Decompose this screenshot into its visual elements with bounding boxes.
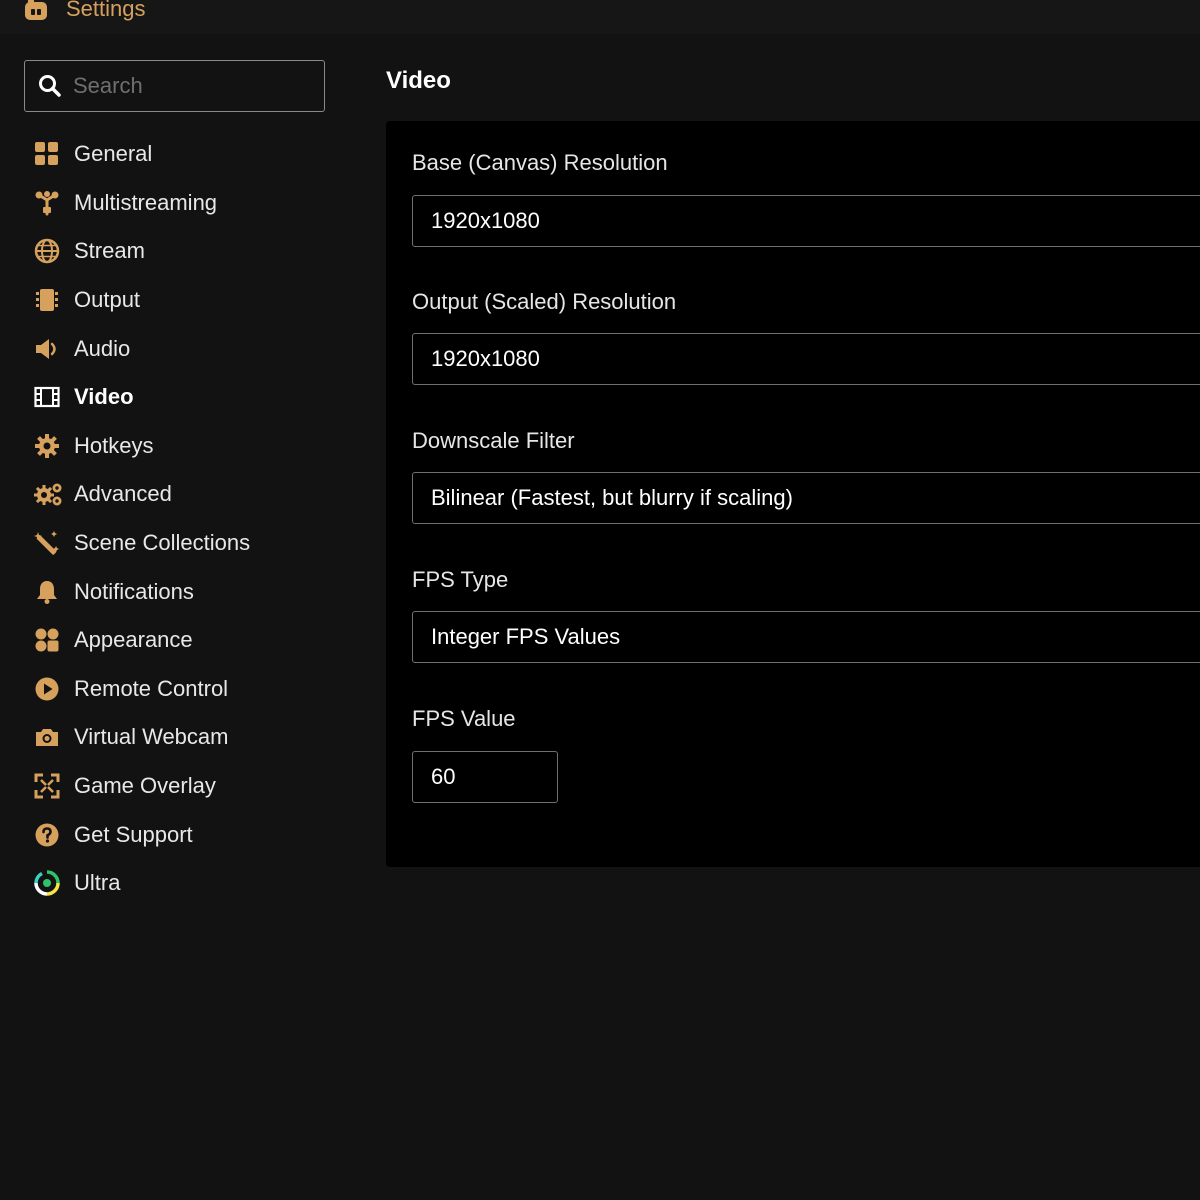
video-settings-panel: Base (Canvas) Resolution 1920x1080 Outpu… — [386, 121, 1200, 867]
title-bar: Settings — [0, 0, 1200, 34]
ultra-icon — [34, 870, 60, 896]
output-resolution-label: Output (Scaled) Resolution — [412, 289, 677, 314]
sidebar-item-label: Output — [74, 287, 141, 313]
sidebar-item-remote-control[interactable]: Remote Control — [0, 665, 345, 714]
question-icon — [35, 823, 59, 847]
bell-icon — [37, 580, 57, 604]
sidebar-item-label: Ultra — [74, 870, 121, 896]
sidebar-item-label: Notifications — [74, 578, 194, 604]
sidebar-item-appearance[interactable]: Appearance — [0, 616, 345, 665]
sidebar-item-label: Remote Control — [74, 675, 229, 701]
sidebar-item-video[interactable]: Video — [0, 373, 345, 422]
fps-type-label: FPS Type — [412, 567, 509, 592]
settings-content: Video Base (Canvas) Resolution 1920x1080… — [345, 34, 1200, 1200]
search-box[interactable] — [24, 60, 325, 112]
sidebar-item-output[interactable]: Output — [0, 276, 345, 325]
camera-icon — [36, 729, 58, 747]
sidebar-item-ultra[interactable]: Ultra — [0, 859, 345, 908]
base-resolution-select[interactable]: 1920x1080 — [412, 195, 1200, 247]
fps-type-select[interactable]: Integer FPS Values — [412, 611, 1200, 663]
search-input[interactable] — [73, 69, 313, 103]
downscale-filter-label: Downscale Filter — [412, 428, 575, 453]
page-title: Video — [386, 67, 451, 94]
sidebar-item-label: Advanced — [74, 481, 172, 507]
play-circle-icon — [35, 677, 59, 701]
search-icon — [39, 75, 61, 97]
sidebar-item-advanced[interactable]: Advanced — [0, 470, 345, 519]
sidebar-item-label: Video — [74, 384, 134, 410]
sidebar-item-label: Audio — [74, 335, 131, 361]
grid-icon — [35, 142, 58, 166]
sidebar-item-get-support[interactable]: Get Support — [0, 810, 345, 859]
settings-sidebar: General Multistreaming Stream — [0, 34, 345, 1200]
app-logo-icon — [25, 0, 47, 20]
overlay-icon — [34, 773, 60, 799]
output-resolution-select[interactable]: 1920x1080 — [412, 333, 1200, 385]
sidebar-item-audio[interactable]: Audio — [0, 324, 345, 373]
gears-icon — [34, 483, 62, 506]
sidebar-item-notifications[interactable]: Notifications — [0, 567, 345, 616]
sidebar-item-scene-collections[interactable]: Scene Collections — [0, 519, 345, 568]
sidebar-item-general[interactable]: General — [0, 130, 345, 179]
fps-value-label: FPS Value — [412, 706, 516, 731]
sidebar-item-label: Get Support — [74, 821, 193, 847]
palette-icon — [35, 628, 59, 652]
sidebar-item-label: Stream — [74, 238, 145, 264]
film-icon — [34, 387, 60, 408]
sidebar-item-label: General — [74, 141, 153, 167]
magic-wand-icon — [34, 531, 59, 555]
sidebar-item-hotkeys[interactable]: Hotkeys — [0, 422, 345, 471]
sidebar-item-multistreaming[interactable]: Multistreaming — [0, 179, 345, 228]
sidebar-item-game-overlay[interactable]: Game Overlay — [0, 762, 345, 811]
speaker-icon — [36, 338, 56, 359]
sidebar-item-label: Multistreaming — [74, 189, 218, 215]
sidebar-item-label: Game Overlay — [74, 773, 216, 799]
sidebar-item-label: Scene Collections — [74, 530, 251, 556]
sidebar-item-label: Hotkeys — [74, 432, 154, 458]
downscale-filter-select[interactable]: Bilinear (Fastest, but blurry if scaling… — [412, 472, 1200, 524]
sidebar-item-label: Virtual Webcam — [74, 724, 229, 750]
window-title: Settings — [66, 0, 146, 21]
gear-icon — [35, 433, 59, 458]
output-icon — [36, 289, 58, 312]
settings-nav: General Multistreaming Stream Output Aud… — [0, 130, 345, 908]
sidebar-item-label: Appearance — [74, 627, 193, 653]
sidebar-item-stream[interactable]: Stream — [0, 227, 345, 276]
multistream-icon — [35, 190, 59, 216]
sidebar-item-virtual-webcam[interactable]: Virtual Webcam — [0, 713, 345, 762]
base-resolution-label: Base (Canvas) Resolution — [412, 150, 668, 175]
fps-value-input[interactable]: 60 — [412, 751, 558, 803]
globe-icon — [34, 239, 60, 264]
